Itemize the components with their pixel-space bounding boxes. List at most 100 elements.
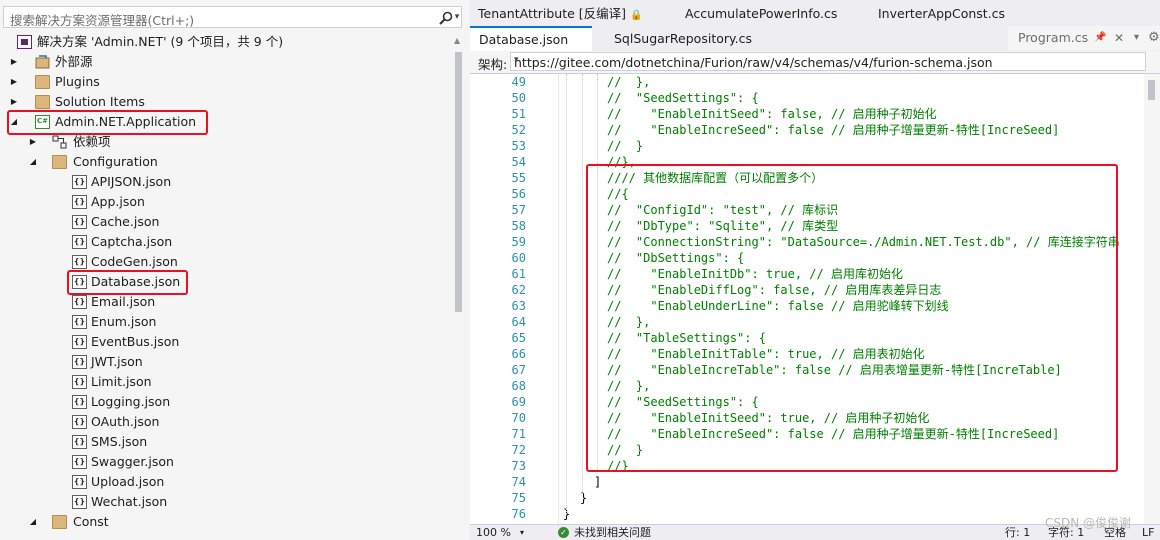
eol-indicator[interactable]: LF	[1142, 525, 1154, 540]
tree-item-label: Solution Items	[55, 94, 145, 109]
chevron-down-icon[interactable]: ▾	[1134, 26, 1139, 50]
tab-label: Database.json	[479, 32, 569, 47]
line-number: 54	[511, 155, 526, 169]
folder-open-icon	[52, 515, 67, 529]
chevron-down-icon[interactable]: ▾	[514, 55, 1143, 65]
code-line: ]	[594, 475, 602, 489]
expand-arrow-icon[interactable]: ▶	[9, 52, 19, 72]
expand-arrow-icon[interactable]: ▶	[9, 72, 19, 92]
tree-item-file[interactable]: {} Swagger.json	[0, 452, 460, 472]
line-number: 62	[511, 283, 526, 297]
json-file-icon: {}	[72, 435, 87, 449]
schema-dropdown[interactable]: https://gitee.com/dotnetchina/Furion/raw…	[510, 52, 1146, 71]
tree-item-file[interactable]: {} Limit.json	[0, 372, 460, 392]
json-file-icon: {}	[72, 335, 87, 349]
line-number: 53	[511, 139, 526, 153]
line-number: 57	[511, 203, 526, 217]
scroll-up-icon[interactable]: ▲	[454, 36, 460, 45]
tree-item-plugins[interactable]: ▶ Plugins	[0, 72, 460, 92]
tab-tenant-attribute[interactable]: TenantAttribute [反编译] 🔒	[478, 2, 642, 26]
line-number: 74	[511, 475, 526, 489]
code-line: // "SeedSettings": {	[607, 91, 759, 105]
tab-accumulate-power-info[interactable]: AccumulatePowerInfo.cs	[685, 2, 837, 26]
editor-scrollbar[interactable]	[1144, 74, 1160, 524]
folder-open-icon	[52, 155, 67, 169]
lock-icon: 🔒	[630, 10, 643, 21]
tree-item-file[interactable]: {} Upload.json	[0, 472, 460, 492]
json-file-icon: {}	[72, 475, 87, 489]
line-number: 61	[511, 267, 526, 281]
schema-bar: 架构: https://gitee.com/dotnetchina/Furion…	[470, 51, 1160, 74]
expand-arrow-icon[interactable]: ▶	[28, 132, 38, 152]
tree-item-file[interactable]: {} Wechat.json	[0, 492, 460, 512]
tab-label: SqlSugarRepository.cs	[614, 31, 752, 46]
tree-item-solution-items[interactable]: ▶ Solution Items	[0, 92, 460, 112]
code-line: // "EnableInitSeed": false, // 启用种子初始化	[607, 107, 937, 121]
search-input[interactable]: 搜索解决方案资源管理器(Ctrl+;) ▾	[3, 6, 462, 28]
tab-label: Program.cs	[1018, 30, 1089, 45]
tree-item-label: CodeGen.json	[91, 254, 178, 269]
tree-item-solution[interactable]: 解决方案 'Admin.NET' (9 个项目，共 9 个)	[0, 32, 460, 52]
json-file-icon: {}	[72, 215, 87, 229]
json-file-icon: {}	[72, 195, 87, 209]
tab-label: InverterAppConst.cs	[878, 6, 1006, 21]
close-icon[interactable]: ✕	[1114, 26, 1124, 50]
tree-item-label: Upload.json	[91, 474, 165, 489]
solution-explorer-scrollbar[interactable]: ▲	[453, 30, 465, 539]
dependencies-icon	[52, 135, 67, 149]
collapse-arrow-icon[interactable]: ◢	[28, 512, 38, 532]
line-number: 63	[511, 299, 526, 313]
tree-item-file[interactable]: {} Cache.json	[0, 212, 460, 232]
line-number: 64	[511, 315, 526, 329]
tab-label: TenantAttribute [反编译]	[478, 6, 627, 21]
tree-item-label: EventBus.json	[91, 334, 180, 349]
tree-item-label: Const	[73, 514, 109, 529]
tree-item-file[interactable]: {} CodeGen.json	[0, 252, 460, 272]
schema-label: 架构:	[478, 57, 508, 72]
solution-icon	[17, 35, 32, 49]
tab-program-cs[interactable]: Program.cs 📌 ✕ ▾ ⚙	[1008, 26, 1160, 50]
tree-item-dependencies[interactable]: ▶ 依赖项	[0, 132, 460, 152]
tree-item-label: 解决方案 'Admin.NET' (9 个项目，共 9 个)	[37, 34, 284, 49]
scrollbar-thumb[interactable]	[455, 52, 462, 312]
json-file-icon: {}	[72, 255, 87, 269]
tab-database-json[interactable]: Database.json	[470, 26, 592, 51]
tree-item-file[interactable]: {} APIJSON.json	[0, 172, 460, 192]
tree-item-file[interactable]: {} OAuth.json	[0, 412, 460, 432]
line-number: 71	[511, 427, 526, 441]
tree-item-file[interactable]: {} Enum.json	[0, 312, 460, 332]
json-file-icon: {}	[72, 235, 87, 249]
tree-item-file[interactable]: {} SMS.json	[0, 432, 460, 452]
tree-item-configuration[interactable]: ◢ Configuration	[0, 152, 460, 172]
tree-item-file[interactable]: {} JWT.json	[0, 352, 460, 372]
search-options-chevron-icon[interactable]: ▾	[452, 7, 462, 27]
expand-arrow-icon[interactable]: ▶	[9, 92, 19, 112]
issues-status[interactable]: 未找到相关问题	[574, 525, 651, 540]
tree-item-file[interactable]: {} Captcha.json	[0, 232, 460, 252]
line-number: 56	[511, 187, 526, 201]
zoom-chevron-icon[interactable]: ▾	[520, 525, 524, 540]
line-indicator[interactable]: 行: 1	[1005, 525, 1030, 540]
tree-item-external-sources[interactable]: ▶ 外部源	[0, 52, 460, 72]
tree-item-file[interactable]: {} App.json	[0, 192, 460, 212]
scrollbar-thumb[interactable]	[1148, 80, 1155, 100]
tree-item-file[interactable]: {} Logging.json	[0, 392, 460, 412]
tree-item-label: 外部源	[55, 54, 93, 69]
tab-sqlsugar-repository[interactable]: SqlSugarRepository.cs	[614, 27, 752, 51]
line-number: 70	[511, 411, 526, 425]
search-placeholder: 搜索解决方案资源管理器(Ctrl+;)	[10, 13, 195, 28]
tree-item-const[interactable]: ◢ Const	[0, 512, 460, 532]
json-file-icon: {}	[72, 315, 87, 329]
tree-item-file[interactable]: {} Email.json	[0, 292, 460, 312]
tree-item-file[interactable]: {} EventBus.json	[0, 332, 460, 352]
collapse-arrow-icon[interactable]: ◢	[28, 152, 38, 172]
line-number: 76	[511, 507, 526, 521]
tree-item-label: Email.json	[91, 294, 156, 309]
settings-icon[interactable]: ⚙	[1148, 26, 1160, 50]
pin-icon[interactable]: 📌	[1094, 26, 1106, 50]
line-number: 68	[511, 379, 526, 393]
tab-inverter-app-const[interactable]: InverterAppConst.cs	[878, 2, 1005, 26]
highlight-box-code	[586, 164, 1118, 472]
json-file-icon: {}	[72, 415, 87, 429]
zoom-level[interactable]: 100 %	[476, 525, 511, 540]
